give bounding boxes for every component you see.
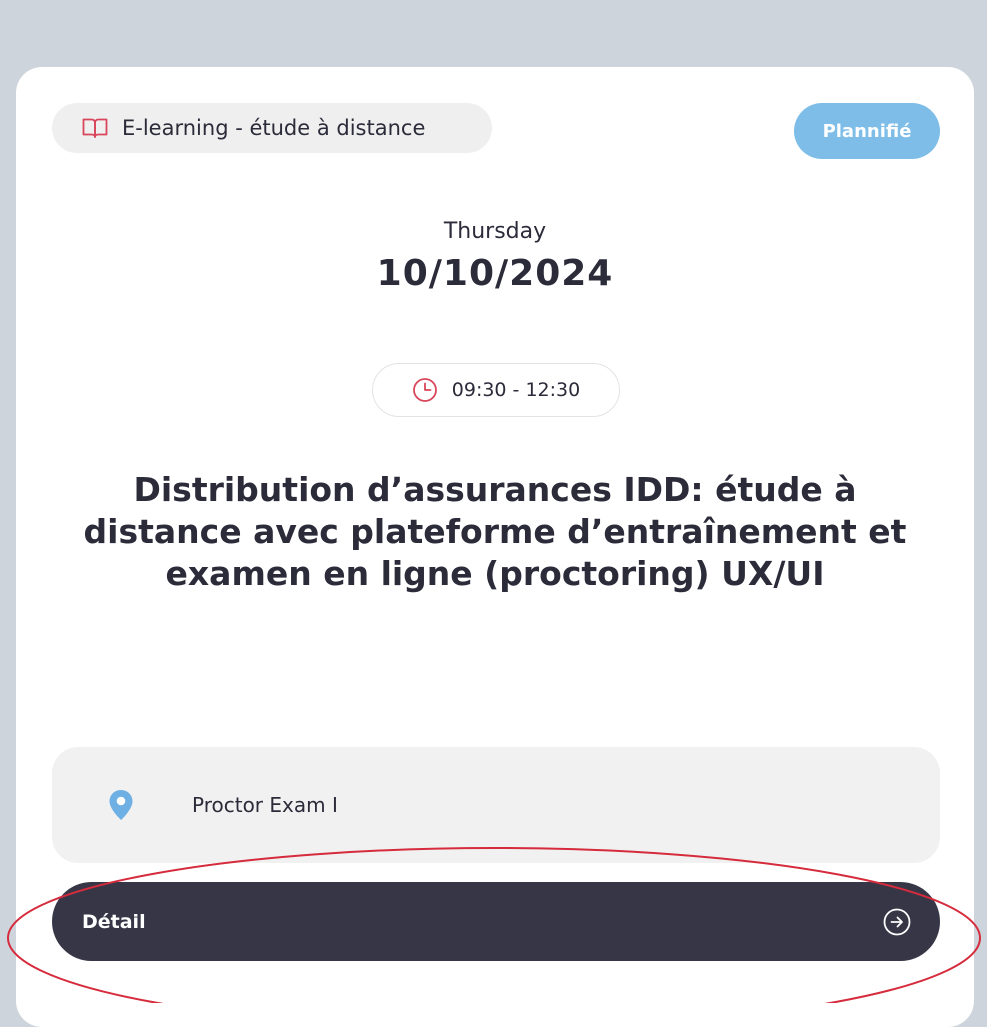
- course-type-label: E-learning - étude à distance: [122, 116, 426, 140]
- map-pin-icon: [108, 789, 134, 821]
- course-type-chip: E-learning - étude à distance: [52, 103, 492, 153]
- course-session-card: E-learning - étude à distance Plannifié …: [16, 67, 974, 1027]
- detail-button-label: Détail: [82, 910, 146, 933]
- clock-icon: [412, 377, 438, 403]
- session-date: 10/10/2024: [376, 253, 614, 294]
- session-time-range: 09:30 - 12:30: [451, 379, 581, 401]
- detail-button[interactable]: Détail: [52, 882, 940, 961]
- book-open-icon: [82, 117, 108, 139]
- session-time-chip: 09:30 - 12:30: [372, 363, 620, 417]
- session-weekday: Thursday: [443, 219, 547, 244]
- arrow-right-circle-icon: [882, 907, 912, 937]
- location-name: Proctor Exam I: [192, 793, 338, 817]
- course-title: Distribution d’assurances IDD: étude à d…: [83, 470, 907, 593]
- location-box: Proctor Exam I: [52, 747, 940, 863]
- status-badge: Plannifié: [794, 103, 940, 159]
